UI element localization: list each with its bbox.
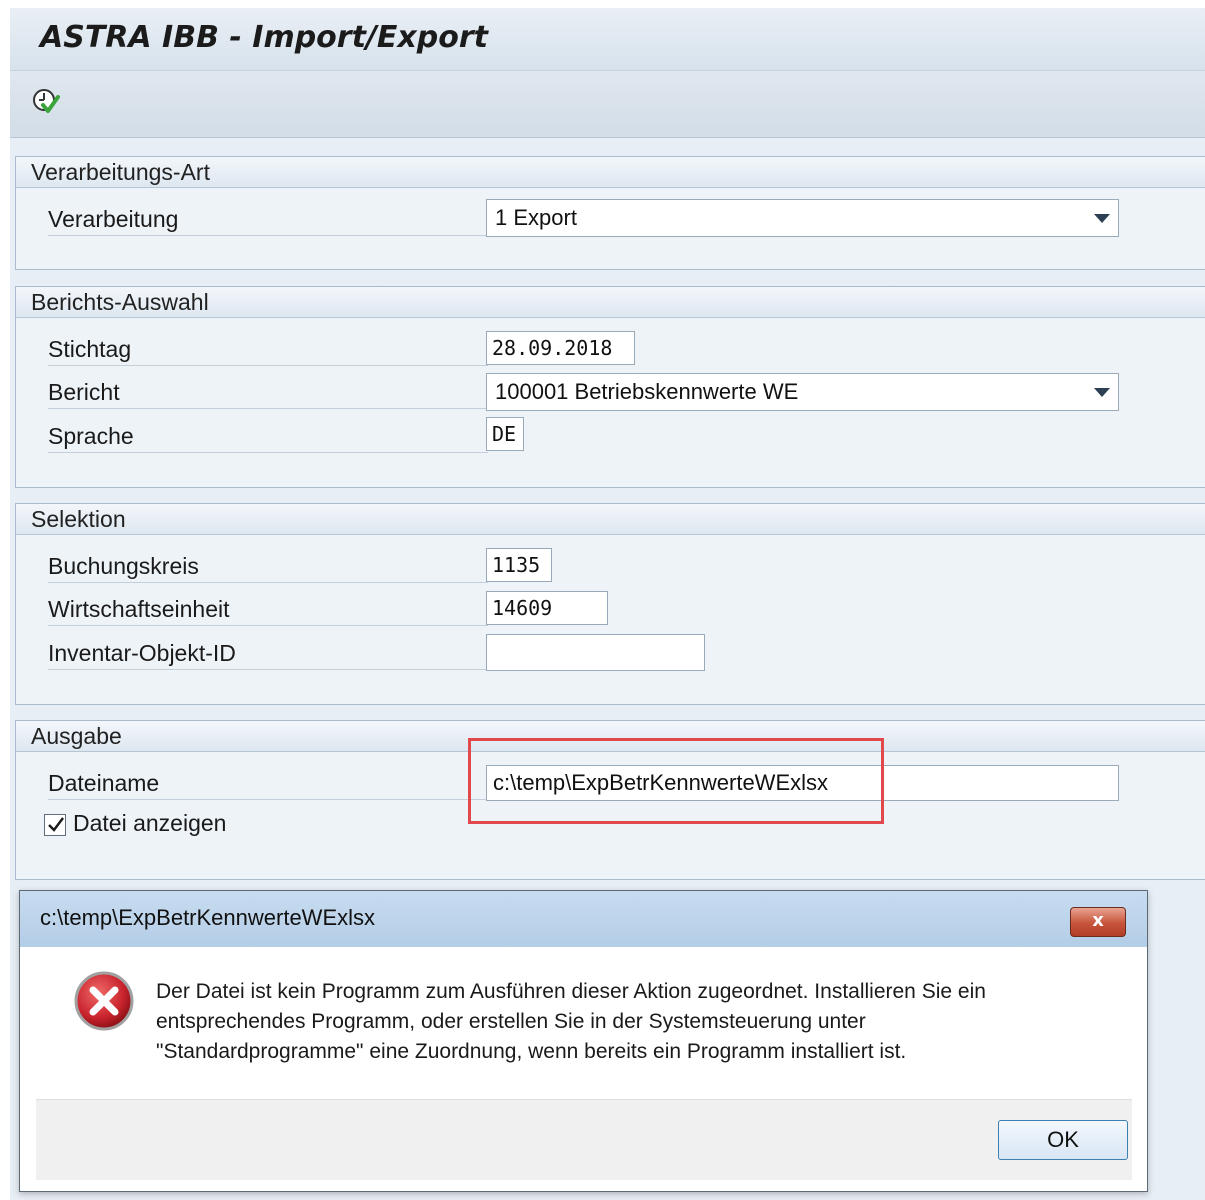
group-selection: Selektion Buchungskreis 1135 Wirtschafts… <box>15 503 1205 705</box>
chevron-down-icon[interactable] <box>1094 214 1110 223</box>
show-file-label: Datei anzeigen <box>73 810 227 836</box>
report-label: Bericht <box>48 376 488 409</box>
language-input[interactable]: DE <box>486 417 524 451</box>
economic-unit-label: Wirtschaftseinheit <box>48 593 488 626</box>
execute-button[interactable] <box>30 85 64 119</box>
dialog-message-line: Der Datei ist kein Programm zum Ausführe… <box>156 980 986 1003</box>
dialog-body: Der Datei ist kein Programm zum Ausführe… <box>36 947 1132 1099</box>
dialog-footer: OK <box>36 1099 1132 1180</box>
filename-input[interactable]: c:\temp\ExpBetrKennwerteWExlsx <box>486 765 1119 801</box>
dialog-caption-bar: c:\temp\ExpBetrKennwerteWExlsx x <box>20 891 1147 947</box>
error-dialog: c:\temp\ExpBetrKennwerteWExlsx x Der Dat… <box>19 890 1148 1192</box>
close-icon: x <box>1092 910 1104 931</box>
language-label: Sprache <box>48 420 488 453</box>
application-toolbar <box>10 71 1205 138</box>
group-title: Ausgabe <box>16 721 1205 752</box>
company-code-label: Buchungskreis <box>48 550 488 583</box>
group-title: Selektion <box>16 504 1205 535</box>
app-title: ASTRA IBB - Import/Export <box>40 20 488 55</box>
error-icon <box>74 971 134 1031</box>
dialog-close-button[interactable]: x <box>1070 907 1126 937</box>
group-output: Ausgabe Dateiname c:\temp\ExpBetrKennwer… <box>15 720 1205 880</box>
economic-unit-input[interactable]: 14609 <box>486 591 608 625</box>
inventory-object-label: Inventar-Objekt-ID <box>48 637 488 670</box>
dialog-message: Der Datei ist kein Programm zum Ausführe… <box>156 977 1116 1067</box>
ok-button[interactable]: OK <box>998 1120 1128 1160</box>
processing-dropdown[interactable]: 1 Export <box>486 199 1119 237</box>
date-input[interactable]: 28.09.2018 <box>486 331 635 365</box>
show-file-checkbox[interactable] <box>44 814 66 836</box>
inventory-object-input[interactable] <box>486 634 705 671</box>
dialog-message-line: entsprechendes Programm, oder erstellen … <box>156 1010 866 1033</box>
group-title: Verarbeitungs-Art <box>16 157 1205 188</box>
processing-value: 1 Export <box>495 205 577 230</box>
group-title: Berichts-Auswahl <box>16 287 1205 318</box>
report-value: 100001 Betriebskennwerte WE <box>495 379 799 404</box>
title-bar: ASTRA IBB - Import/Export <box>10 8 1205 71</box>
report-dropdown[interactable]: 100001 Betriebskennwerte WE <box>486 373 1119 411</box>
chevron-down-icon[interactable] <box>1094 388 1110 397</box>
dialog-title: c:\temp\ExpBetrKennwerteWExlsx <box>40 905 376 930</box>
group-report-selection: Berichts-Auswahl Stichtag 28.09.2018 Ber… <box>15 286 1205 488</box>
checkmark-icon <box>48 817 64 832</box>
filename-label: Dateiname <box>48 767 488 800</box>
processing-label: Verarbeitung <box>48 203 488 236</box>
date-label: Stichtag <box>48 333 488 366</box>
group-processing-type: Verarbeitungs-Art Verarbeitung 1 Export <box>15 156 1205 270</box>
execute-clock-check-icon <box>33 89 60 113</box>
dialog-message-line: "Standardprogramme" eine Zuordnung, wenn… <box>156 1040 907 1063</box>
company-code-input[interactable]: 1135 <box>486 548 552 582</box>
